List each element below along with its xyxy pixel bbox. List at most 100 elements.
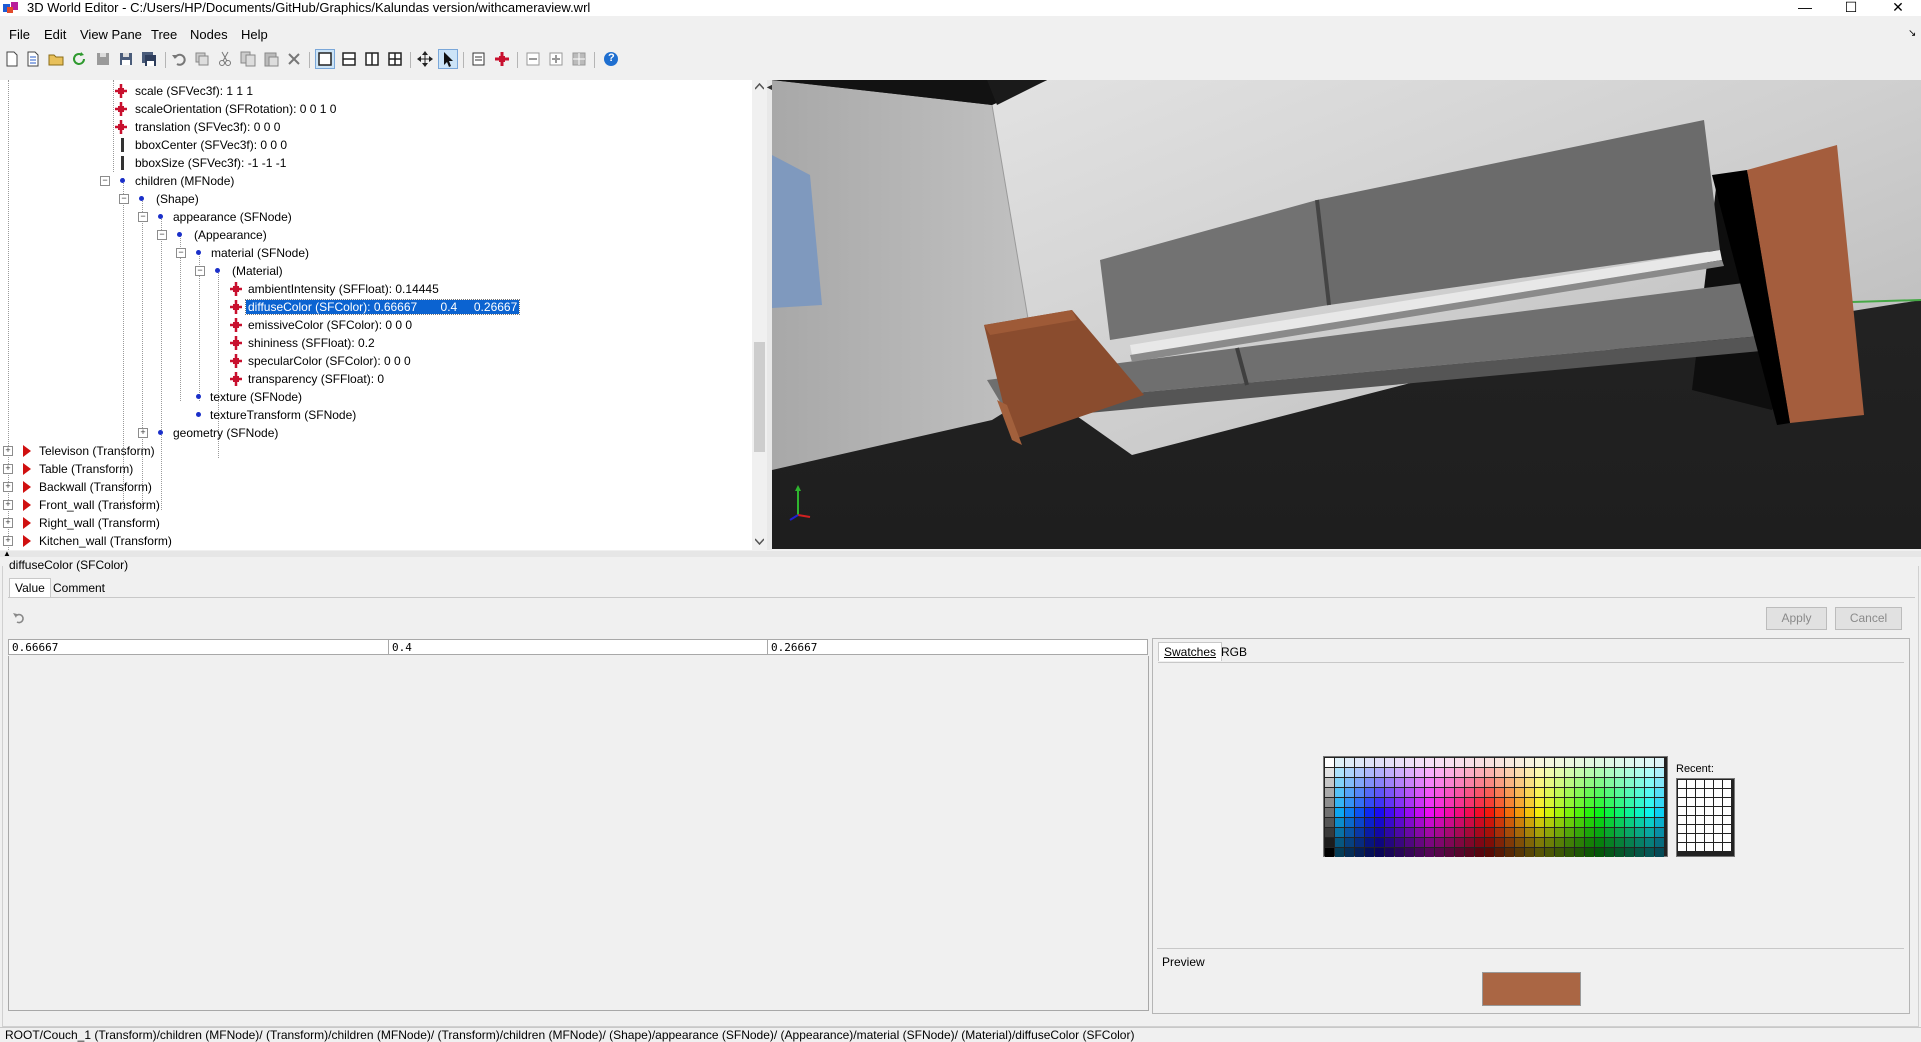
swatch-cell[interactable]	[1425, 788, 1434, 797]
zoom-fit-button[interactable]	[570, 50, 588, 68]
swatch-cell[interactable]	[1605, 768, 1614, 777]
recent-swatch-cell[interactable]	[1705, 789, 1713, 797]
recent-swatch-cell[interactable]	[1705, 825, 1713, 833]
swatch-cell[interactable]	[1425, 758, 1434, 767]
swatch-cell[interactable]	[1625, 848, 1634, 857]
swatch-cell[interactable]	[1345, 798, 1354, 807]
swatch-cell[interactable]	[1565, 828, 1574, 837]
swatch-cell[interactable]	[1485, 768, 1494, 777]
swatch-cell[interactable]	[1565, 818, 1574, 827]
swatch-cell[interactable]	[1435, 848, 1444, 857]
swatch-cell[interactable]	[1355, 848, 1364, 857]
swatch-cell[interactable]	[1625, 808, 1634, 817]
tree-row-children[interactable]: − children (MFNode)	[98, 172, 236, 190]
swatch-cell[interactable]	[1375, 838, 1384, 847]
swatch-cell[interactable]	[1645, 808, 1654, 817]
swatch-cell[interactable]	[1425, 838, 1434, 847]
save-as-button[interactable]	[117, 50, 135, 68]
swatch-cell[interactable]	[1455, 848, 1464, 857]
move-node-button[interactable]	[493, 50, 511, 68]
swatch-cell[interactable]	[1445, 848, 1454, 857]
swatch-cell[interactable]	[1465, 808, 1474, 817]
swatch-cell[interactable]	[1655, 808, 1664, 817]
menu-file[interactable]: File	[9, 27, 30, 42]
swatch-cell[interactable]	[1545, 758, 1554, 767]
recent-swatch-cell[interactable]	[1705, 843, 1713, 851]
swatch-cell[interactable]	[1365, 838, 1374, 847]
swatch-cell[interactable]	[1595, 828, 1604, 837]
swatch-cell[interactable]	[1355, 788, 1364, 797]
swatch-cell[interactable]	[1545, 838, 1554, 847]
swatch-cell[interactable]	[1455, 768, 1464, 777]
swatch-cell[interactable]	[1465, 838, 1474, 847]
swatch-cell[interactable]	[1515, 818, 1524, 827]
tree-row-shininess[interactable]: shininess (SFFloat): 0.2	[228, 334, 377, 352]
swatch-cell[interactable]	[1475, 818, 1484, 827]
menu-nodes[interactable]: Nodes	[190, 27, 228, 42]
swatch-cell[interactable]	[1575, 778, 1584, 787]
swatch-cell[interactable]	[1615, 828, 1624, 837]
swatch-cell[interactable]	[1465, 768, 1474, 777]
recent-swatch-cell[interactable]	[1723, 825, 1731, 833]
swatch-cell[interactable]	[1365, 778, 1374, 787]
swatch-cell[interactable]	[1565, 808, 1574, 817]
swatch-cell[interactable]	[1595, 758, 1604, 767]
swatch-cell[interactable]	[1475, 838, 1484, 847]
swatch-cell[interactable]	[1385, 828, 1394, 837]
swatch-cell[interactable]	[1535, 798, 1544, 807]
swatch-cell[interactable]	[1385, 798, 1394, 807]
swatch-cell[interactable]	[1325, 838, 1334, 847]
swatch-cell[interactable]	[1435, 808, 1444, 817]
swatch-cell[interactable]	[1635, 768, 1644, 777]
swatch-cell[interactable]	[1465, 818, 1474, 827]
swatch-cell[interactable]	[1385, 818, 1394, 827]
swatch-cell[interactable]	[1525, 848, 1534, 857]
swatch-cell[interactable]	[1625, 758, 1634, 767]
swatch-cell[interactable]	[1335, 758, 1344, 767]
recent-swatch-cell[interactable]	[1678, 825, 1686, 833]
new-template-button[interactable]	[24, 50, 42, 68]
collapse-toggle-icon[interactable]: −	[119, 194, 129, 204]
swatch-cell[interactable]	[1425, 848, 1434, 857]
recent-swatch-cell[interactable]	[1714, 780, 1722, 788]
swatch-cell[interactable]	[1405, 828, 1414, 837]
swatch-cell[interactable]	[1625, 818, 1634, 827]
swatch-cell[interactable]	[1495, 778, 1504, 787]
scroll-down-icon[interactable]	[755, 538, 764, 545]
swatch-cell[interactable]	[1375, 798, 1384, 807]
swatch-cell[interactable]	[1625, 778, 1634, 787]
recent-swatch-cell[interactable]	[1714, 798, 1722, 806]
swatch-cell[interactable]	[1635, 798, 1644, 807]
swatch-cell[interactable]	[1335, 798, 1344, 807]
navigate-button[interactable]	[416, 50, 434, 68]
tree-row-material[interactable]: − material (SFNode)	[174, 244, 311, 262]
swatch-cell[interactable]	[1655, 788, 1664, 797]
swatch-cell[interactable]	[1365, 828, 1374, 837]
tree-row-ambient-intensity[interactable]: ambientIntensity (SFFloat): 0.14445	[228, 280, 441, 298]
swatch-cell[interactable]	[1485, 778, 1494, 787]
swatch-cell[interactable]	[1365, 808, 1374, 817]
swatch-cell[interactable]	[1605, 838, 1614, 847]
recent-swatch-cell[interactable]	[1687, 798, 1695, 806]
swatch-cell[interactable]	[1385, 848, 1394, 857]
swatch-cell[interactable]	[1365, 788, 1374, 797]
recent-swatch-cell[interactable]	[1678, 798, 1686, 806]
swatch-cell[interactable]	[1345, 768, 1354, 777]
swatch-cell[interactable]	[1585, 798, 1594, 807]
swatch-cell[interactable]	[1535, 818, 1544, 827]
swatch-cell[interactable]	[1505, 788, 1514, 797]
undo-button[interactable]	[170, 50, 188, 68]
swatch-cell[interactable]	[1545, 788, 1554, 797]
tree-row-right-wall[interactable]: + Right_wall (Transform)	[3, 514, 162, 532]
swatch-cell[interactable]	[1575, 848, 1584, 857]
swatch-cell[interactable]	[1615, 798, 1624, 807]
save-button[interactable]	[94, 50, 112, 68]
swatch-cell[interactable]	[1525, 798, 1534, 807]
swatch-cell[interactable]	[1355, 818, 1364, 827]
horizontal-splitter[interactable]	[0, 551, 1921, 557]
swatch-cell[interactable]	[1495, 768, 1504, 777]
recent-swatch-cell[interactable]	[1714, 807, 1722, 815]
swatch-cell[interactable]	[1615, 768, 1624, 777]
swatch-cell[interactable]	[1545, 768, 1554, 777]
swatch-cell[interactable]	[1655, 848, 1664, 857]
